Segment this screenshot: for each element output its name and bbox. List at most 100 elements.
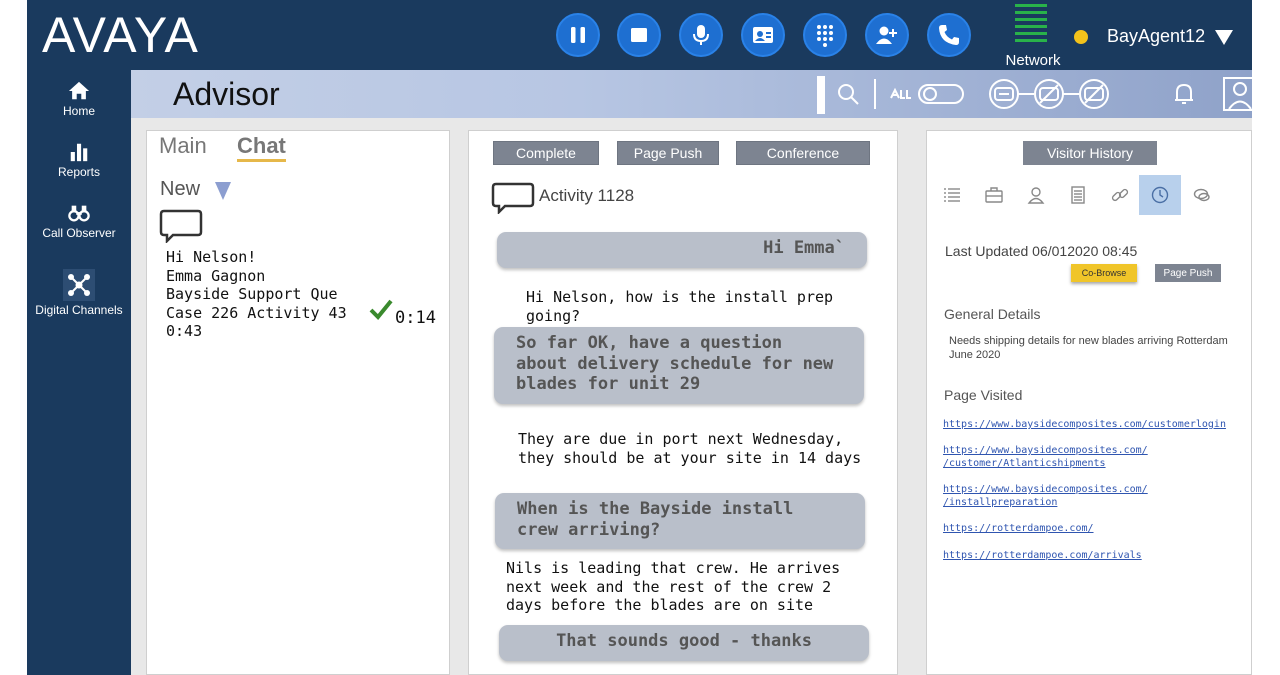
auto-answer-toggle[interactable] bbox=[889, 79, 967, 109]
bell-icon bbox=[1175, 83, 1193, 104]
add-participant-button[interactable] bbox=[865, 13, 909, 57]
top-bar: AVAYA Network BayAgent12 bbox=[27, 0, 1252, 70]
message-customer: So far OK, have a question about deliver… bbox=[494, 327, 864, 404]
activity-label: Activity 1128 bbox=[539, 186, 635, 205]
nav-item-label: Reports bbox=[57, 165, 101, 179]
nav-item-call-observer[interactable]: Call Observer bbox=[27, 202, 131, 240]
last-updated: Last Updated 06/012020 08:45 bbox=[945, 243, 1138, 259]
avaya-logo: AVAYA bbox=[42, 7, 199, 63]
chat-bubbles-icon bbox=[1193, 188, 1210, 202]
bar-chart-icon bbox=[70, 143, 88, 162]
visitor-details-panel: Visitor History Last Updated 06/012020 0… bbox=[926, 130, 1252, 675]
channel-chain-icon bbox=[989, 79, 1109, 109]
general-details-heading: General Details bbox=[944, 306, 1041, 322]
network-nodes-icon bbox=[63, 269, 95, 301]
message-agent: Nils is leading that crew. He arrives ne… bbox=[506, 559, 841, 614]
user-profile-icon bbox=[1223, 77, 1252, 111]
page-title: Advisor bbox=[173, 76, 280, 112]
tab-notes[interactable] bbox=[1057, 175, 1099, 215]
chat-card-queue: Bayside Support Que bbox=[166, 285, 338, 303]
tab-main[interactable]: Main bbox=[159, 133, 207, 159]
nav-item-reports[interactable]: Reports bbox=[27, 141, 131, 179]
advisor-header: Advisor bbox=[131, 70, 1252, 118]
filter-dropdown-caret-icon[interactable] bbox=[215, 182, 231, 200]
chat-timer: 0:14 bbox=[395, 308, 436, 328]
tab-links[interactable] bbox=[1099, 175, 1141, 215]
agent-name[interactable]: BayAgent12 bbox=[1107, 26, 1205, 47]
dialpad-button[interactable] bbox=[803, 13, 847, 57]
tab-chat-history[interactable] bbox=[1181, 175, 1223, 215]
app-window: AVAYA Network BayAgent12 Home Reports Ca… bbox=[27, 0, 1252, 675]
microphone-icon bbox=[693, 25, 709, 45]
visited-link[interactable]: https://www.baysidecomposites.com/ /cust… bbox=[943, 444, 1148, 470]
page-push-button[interactable]: Page Push bbox=[617, 141, 719, 165]
search-button[interactable] bbox=[833, 79, 863, 109]
chat-bubble-icon bbox=[491, 182, 535, 214]
mute-button[interactable] bbox=[679, 13, 723, 57]
chat-card-customer: Emma Gagnon bbox=[166, 266, 266, 285]
visitor-history-button[interactable]: Visitor History bbox=[1023, 141, 1157, 165]
complete-button[interactable]: Complete bbox=[493, 141, 599, 165]
message-customer: That sounds good - thanks bbox=[499, 625, 869, 661]
tab-contact[interactable] bbox=[1015, 175, 1057, 215]
clock-icon bbox=[1151, 186, 1169, 204]
stop-button[interactable] bbox=[617, 13, 661, 57]
header-divider-bar bbox=[817, 76, 825, 114]
stop-icon bbox=[631, 28, 647, 42]
tab-briefcase[interactable] bbox=[973, 175, 1015, 215]
phone-icon bbox=[939, 25, 959, 45]
general-details-text: Needs shipping details for new blades ar… bbox=[949, 335, 1228, 361]
pages-visited-heading: Page Visited bbox=[944, 387, 1023, 403]
search-icon bbox=[838, 84, 859, 105]
chat-card-duration: 0:43 bbox=[166, 322, 203, 340]
visited-link[interactable]: https://rotterdampoe.com/arrivals bbox=[943, 549, 1142, 562]
tab-chat[interactable]: Chat bbox=[237, 133, 286, 162]
agent-menu-caret-icon[interactable] bbox=[1215, 30, 1233, 45]
chat-request-card[interactable]: Hi Nelson! Emma Gagnon Bayside Support Q… bbox=[166, 248, 347, 341]
chat-queue-panel: Main Chat New Hi Nelson! Emma Gagnon Bay… bbox=[146, 130, 450, 675]
page-push-small-button[interactable]: Page Push bbox=[1155, 264, 1221, 282]
dialpad-icon bbox=[817, 25, 833, 47]
visited-link[interactable]: https://www.baysidecomposites.com/custom… bbox=[943, 418, 1226, 431]
conversation-panel: Complete Page Push Conference Activity 1… bbox=[468, 130, 898, 675]
network-indicator[interactable]: Network bbox=[1005, 4, 1061, 69]
nav-item-label: Home bbox=[62, 104, 95, 118]
queue-filter[interactable]: New bbox=[160, 178, 200, 201]
contacts-button[interactable] bbox=[741, 13, 785, 57]
call-button[interactable] bbox=[927, 13, 971, 57]
agent-profile-button[interactable] bbox=[1221, 75, 1252, 113]
link-icon bbox=[1111, 188, 1129, 202]
binoculars-icon bbox=[68, 205, 90, 222]
nav-item-home[interactable]: Home bbox=[27, 80, 131, 118]
visited-link[interactable]: https://rotterdampoe.com/ bbox=[943, 522, 1094, 535]
chat-bubble-icon bbox=[159, 209, 203, 243]
agent-status-dot bbox=[1074, 30, 1088, 44]
co-browse-button[interactable]: Co-Browse bbox=[1071, 264, 1137, 282]
tab-history[interactable] bbox=[1139, 175, 1181, 215]
pause-icon bbox=[571, 27, 585, 43]
notifications-button[interactable] bbox=[1171, 79, 1197, 109]
nav-item-label: Digital Channels bbox=[35, 303, 123, 317]
add-user-icon bbox=[876, 26, 897, 44]
person-icon bbox=[1027, 187, 1045, 204]
home-icon bbox=[68, 81, 90, 100]
pause-button[interactable] bbox=[556, 13, 600, 57]
visited-link[interactable]: https://www.baysidecomposites.com/ /inst… bbox=[943, 483, 1148, 509]
chat-card-greeting: Hi Nelson! bbox=[166, 248, 257, 266]
network-signal-icon bbox=[1015, 4, 1047, 46]
tab-list[interactable] bbox=[931, 175, 973, 215]
chat-card-case: Case 226 Activity 43 bbox=[166, 303, 347, 322]
message-agent: Hi Nelson, how is the install prep going… bbox=[526, 288, 834, 325]
nav-item-digital-channels[interactable]: Digital Channels bbox=[27, 269, 131, 317]
list-icon bbox=[944, 188, 960, 202]
left-nav: Home Reports Call Observer Digital Chann… bbox=[27, 70, 131, 675]
channel-toggles[interactable] bbox=[986, 79, 1112, 109]
conference-button[interactable]: Conference bbox=[736, 141, 870, 165]
contact-card-icon bbox=[753, 27, 773, 43]
message-customer: When is the Bayside install crew arrivin… bbox=[495, 493, 865, 549]
document-icon bbox=[1071, 186, 1085, 204]
message-agent: They are due in port next Wednesday, the… bbox=[518, 430, 862, 467]
briefcase-icon bbox=[985, 187, 1003, 203]
message-customer: Hi Emma` bbox=[497, 232, 867, 268]
nav-item-label: Call Observer bbox=[42, 226, 116, 240]
